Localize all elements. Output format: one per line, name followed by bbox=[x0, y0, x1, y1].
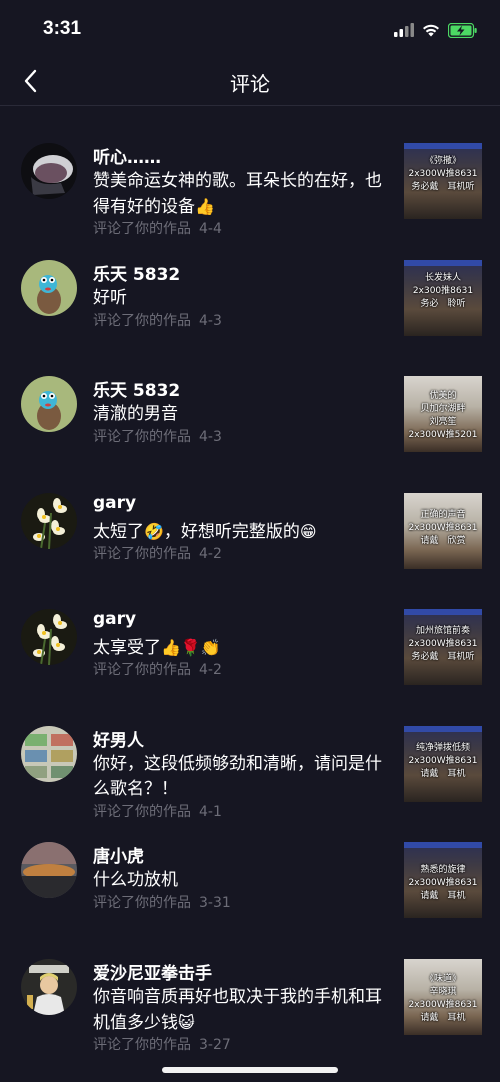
commenter-name[interactable]: 乐天 5832 bbox=[93, 260, 180, 285]
commenter-name[interactable]: gary bbox=[93, 609, 136, 629]
comment-text: 你好，这段低频够劲和清晰，请问是什么歌名？！ bbox=[93, 753, 382, 799]
avatar[interactable] bbox=[21, 842, 77, 898]
thumbs-up-emoji: 👍 bbox=[195, 197, 215, 216]
avatar[interactable] bbox=[21, 259, 77, 316]
comment-text: 太享受了👍🌹👏 bbox=[93, 638, 221, 658]
rofl-emoji: 🤣 bbox=[144, 521, 164, 541]
video-thumbnail[interactable]: 正确的声音 2x300W推8631 请戴 欣赏 bbox=[404, 492, 482, 569]
comment-text: 什么功放机 bbox=[93, 870, 178, 890]
comment-text: 太短了🤣，好想听完整版的😁 bbox=[93, 521, 317, 542]
avatar[interactable] bbox=[21, 958, 77, 1015]
status-bar: 3:31 bbox=[0, 0, 500, 58]
avatar[interactable] bbox=[21, 376, 77, 432]
comment-text: 好听 bbox=[93, 287, 127, 308]
video-thumbnail[interactable]: 《味道》 辛晓琪 2x300W推8631 请戴 耳机 bbox=[404, 958, 482, 1035]
home-indicator[interactable] bbox=[162, 1067, 338, 1073]
status-time: 3:31 bbox=[43, 18, 82, 39]
avatar[interactable] bbox=[21, 143, 77, 199]
cat-emoji: 😺 bbox=[178, 1012, 195, 1032]
comment-meta: 评论了你的作品 3-31 bbox=[93, 895, 231, 911]
comment-item[interactable]: 听心…… 赞美命运女神的歌。耳朵长的在好，也得有好的设备👍 评论了你的作品 4-4… bbox=[0, 107, 500, 237]
comment-list: 听心…… 赞美命运女神的歌。耳朵长的在好，也得有好的设备👍 评论了你的作品 4-4… bbox=[0, 107, 500, 1053]
commenter-name[interactable]: 爱沙尼亚拳击手 bbox=[93, 959, 212, 984]
commenter-name[interactable]: gary bbox=[93, 493, 136, 513]
video-thumbnail[interactable]: 纯净弹拨低频 2x300W推8631 请戴 耳机 bbox=[404, 725, 482, 802]
comment-meta: 评论了你的作品 4-2 bbox=[93, 662, 222, 678]
avatar[interactable] bbox=[21, 725, 77, 782]
nav-bar: 评论 bbox=[0, 58, 500, 106]
comment-text: 清澈的男音 bbox=[93, 404, 178, 424]
comment-item[interactable]: 唐小虎 什么功放机 评论了你的作品 3-31 熟悉的旋律 2x300W推8631 请戴… bbox=[0, 806, 500, 923]
comment-text: 赞美命运女神的歌。耳朵长的在好，也得有好的设备👍 bbox=[93, 171, 382, 217]
video-thumbnail[interactable]: 优美的 贝加尔湖畔 刘亮笙 2x300W推5201 bbox=[404, 376, 482, 452]
comment-meta: 评论了你的作品 4-3 bbox=[93, 429, 222, 445]
wifi-icon bbox=[423, 24, 439, 37]
avatar[interactable] bbox=[21, 609, 77, 665]
status-icons bbox=[394, 20, 478, 40]
comment-item[interactable]: gary 太短了🤣，好想听完整版的😁 评论了你的作品 4-2 正确的声音 2x300… bbox=[0, 457, 500, 574]
commenter-name[interactable]: 唐小虎 bbox=[93, 842, 144, 867]
commenter-name[interactable]: 好男人 bbox=[93, 726, 144, 751]
comment-meta: 评论了你的作品 3-27 bbox=[93, 1036, 231, 1053]
grin-emoji: 😁 bbox=[299, 521, 317, 541]
comment-item[interactable]: gary 太享受了👍🌹👏 评论了你的作品 4-2 加州旅馆前奏 2x300W推863… bbox=[0, 573, 500, 690]
video-thumbnail[interactable]: 加州旅馆前奏 2x300W推8631 务必戴 耳机听 bbox=[404, 609, 482, 685]
comment-item[interactable]: 爱沙尼亚拳击手 你音响音质再好也取决于我的手机和耳机值多少钱😺 评论了你的作品 3… bbox=[0, 923, 500, 1053]
page-title: 评论 bbox=[230, 72, 270, 96]
video-thumbnail[interactable]: 长发妹人 2x300推8631 务必 聆听 bbox=[404, 259, 482, 336]
thumbs-up-rose-clap-emoji: 👍🌹👏 bbox=[161, 638, 221, 657]
commenter-name[interactable]: 听心…… bbox=[93, 143, 161, 168]
comment-meta: 评论了你的作品 4-3 bbox=[93, 312, 222, 329]
video-thumbnail[interactable]: 《弥撒》 2x300W推8631 务必戴 耳机听 bbox=[404, 143, 482, 219]
comment-item[interactable]: 乐天 5832 清澈的男音 评论了你的作品 4-3 优美的 贝加尔湖畔 刘亮笙 2x30… bbox=[0, 340, 500, 457]
video-thumbnail[interactable]: 熟悉的旋律 2x300W推8631 请戴 耳机 bbox=[404, 842, 482, 918]
battery-charging-icon bbox=[448, 22, 477, 38]
avatar[interactable] bbox=[21, 492, 77, 549]
comment-text: 你音响音质再好也取决于我的手机和耳机值多少钱😺 bbox=[93, 986, 382, 1033]
commenter-name[interactable]: 乐天 5832 bbox=[93, 376, 180, 401]
comment-item[interactable]: 好男人 你好，这段低频够劲和清晰，请问是什么歌名？！ 评论了你的作品 4-1 纯净… bbox=[0, 690, 500, 820]
comment-item[interactable]: 乐天 5832 好听 评论了你的作品 4-3 长发妹人 2x300推8631 务必 聆… bbox=[0, 224, 500, 341]
signal-icon bbox=[394, 23, 414, 37]
comment-meta: 评论了你的作品 4-2 bbox=[93, 545, 222, 562]
